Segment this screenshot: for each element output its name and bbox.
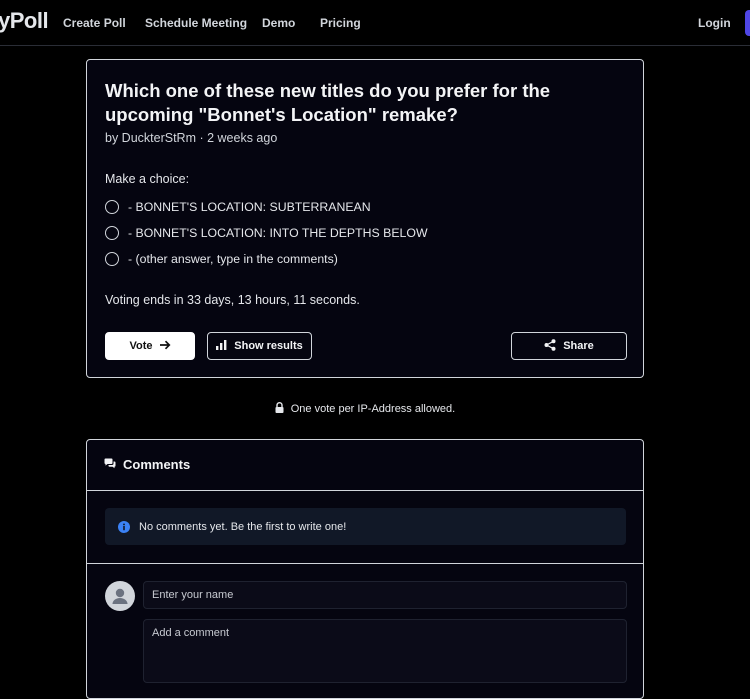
vote-button[interactable]: Vote [105,332,195,360]
comments-icon [104,457,116,472]
comments-header: Comments [87,440,643,491]
nav-demo[interactable]: Demo [262,16,295,30]
ip-vote-note: One vote per IP-Address allowed. [0,402,730,416]
divider [87,563,643,564]
arrow-right-icon [159,340,171,353]
avatar [105,581,135,611]
share-button[interactable]: Share [511,332,627,360]
top-navbar: yPoll Create Poll Schedule Meeting Demo … [0,0,750,46]
show-results-button[interactable]: Show results [207,332,312,360]
ip-note-text: One vote per IP-Address allowed. [290,403,456,415]
no-comments-text: No comments yet. Be the first to write o… [139,520,347,533]
option-label[interactable]: - (other answer, type in the comments) [128,252,338,266]
option-label[interactable]: - BONNET'S LOCATION: INTO THE DEPTHS BEL… [128,226,428,240]
user-icon [112,588,128,604]
poll-title: Which one of these new titles do you pre… [105,80,551,125]
poll-card: Which one of these new titles do you pre… [86,59,644,378]
vote-button-label: Vote [129,340,153,352]
login-link[interactable]: Login [698,16,731,30]
share-label: Share [563,340,594,352]
name-input[interactable] [143,581,627,609]
bar-chart-icon [216,339,227,353]
option-label[interactable]: - BONNET'S LOCATION: SUBTERRANEAN [128,200,371,214]
signup-button-edge[interactable] [745,10,750,36]
show-results-label: Show results [234,340,303,352]
nav-pricing[interactable]: Pricing [320,16,361,30]
radio-button[interactable] [105,200,119,214]
logo[interactable]: yPoll [0,8,49,34]
share-icon [544,338,556,354]
lock-icon [275,402,284,416]
comments-card: Comments No comments yet. Be the first t… [86,439,644,699]
choice-prompt: Make a choice: [105,172,190,186]
comment-textarea[interactable] [143,619,627,683]
poll-byline: by DuckterStRm · 2 weeks ago [105,131,278,145]
comments-title: Comments [104,457,190,472]
info-icon [118,520,130,533]
voting-deadline: Voting ends in 33 days, 13 hours, 11 sec… [105,293,360,307]
no-comments-alert: No comments yet. Be the first to write o… [105,508,626,545]
comments-title-text: Comments [123,457,191,472]
nav-create-poll[interactable]: Create Poll [63,16,126,30]
radio-button[interactable] [105,252,119,266]
radio-button[interactable] [105,226,119,240]
nav-schedule-meeting[interactable]: Schedule Meeting [145,16,247,30]
